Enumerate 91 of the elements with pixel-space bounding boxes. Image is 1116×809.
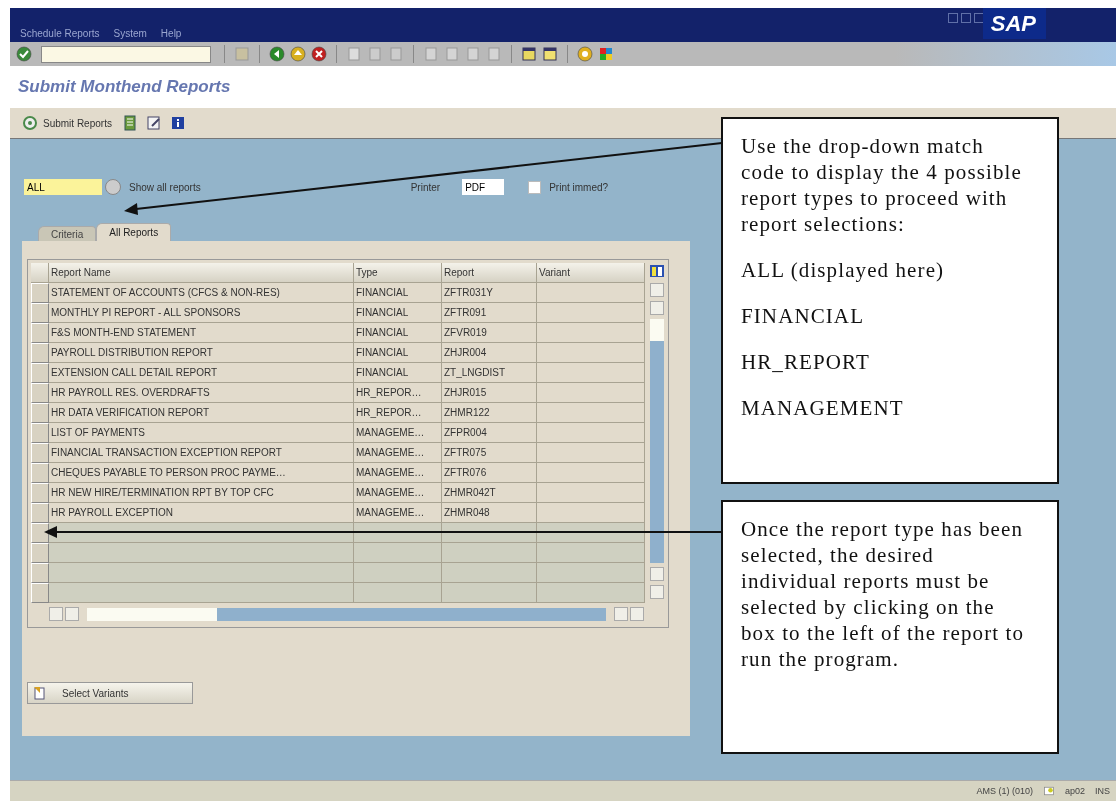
back-icon[interactable] xyxy=(269,46,285,62)
status-mode: INS xyxy=(1095,786,1110,796)
report-type-field[interactable]: ALL xyxy=(24,179,102,195)
tab[interactable]: Criteria xyxy=(38,226,97,241)
table-cell: ZFVR019 xyxy=(442,323,537,343)
print-immediately-checkbox[interactable] xyxy=(528,180,542,194)
table-cell: ZHMR042T xyxy=(442,483,537,503)
table-cell: ZT_LNGDIST xyxy=(442,363,537,383)
table-cell: FINANCIAL xyxy=(354,323,442,343)
vertical-scrollbar[interactable] xyxy=(650,319,664,563)
table-cell: ZFTR031Y xyxy=(442,283,537,303)
table-cell: HR DATA VERIFICATION REPORT xyxy=(49,403,354,423)
status-server: ap02 xyxy=(1064,786,1085,796)
cancel-icon[interactable] xyxy=(311,46,327,62)
table-cell: HR PAYROLL RES. OVERDRAFTS xyxy=(49,383,354,403)
table-cell: FINANCIAL xyxy=(354,343,442,363)
tab[interactable]: All Reports xyxy=(96,223,172,241)
table-cell: MANAGEME… xyxy=(354,443,442,463)
column-header[interactable]: Variant xyxy=(537,263,645,283)
shortcut-icon[interactable] xyxy=(542,46,558,62)
callout-text: ALL (displayed here) xyxy=(741,257,946,283)
scroll-down-button[interactable] xyxy=(650,301,664,315)
column-header[interactable]: Report Name xyxy=(49,263,354,283)
logo: SAP xyxy=(982,8,1046,39)
menu-item[interactable]: System xyxy=(113,28,147,39)
variant-icon xyxy=(32,685,48,701)
table-cell: ZFTR076 xyxy=(442,463,537,483)
scroll-right-button[interactable] xyxy=(630,607,644,621)
table-cell: ZFTR091 xyxy=(442,303,537,323)
table-cell: HR NEW HIRE/TERMINATION RPT BY TOP CFC xyxy=(49,483,354,503)
menu-item[interactable]: Help xyxy=(160,28,182,39)
table-cell: ZFPR004 xyxy=(442,423,537,443)
select-variants-button[interactable]: Select Variants xyxy=(27,682,193,704)
table-cell: FINANCIAL xyxy=(354,303,442,323)
column-settings-icon[interactable] xyxy=(649,263,665,279)
table-cell: ZHJR004 xyxy=(442,343,537,363)
table-cell: F&S MONTH-END STATEMENT xyxy=(49,323,354,343)
minimize-icon[interactable] xyxy=(948,13,958,23)
list-icon[interactable] xyxy=(121,115,138,131)
layout-icon[interactable] xyxy=(598,46,614,62)
execute-icon xyxy=(22,115,38,131)
table-cell: MANAGEME… xyxy=(354,463,442,483)
submit-reports-button[interactable]: Submit Reports xyxy=(20,113,114,133)
column-header[interactable]: Type xyxy=(354,263,442,283)
select-all-cell[interactable] xyxy=(31,263,49,283)
table-cell: FINANCIAL xyxy=(354,283,442,303)
command-field[interactable] xyxy=(41,45,211,63)
table-cell: STATEMENT OF ACCOUNTS (CFCS & NON-RES) xyxy=(49,283,354,303)
new-window-icon[interactable] xyxy=(521,46,537,62)
maximize-icon[interactable] xyxy=(961,13,971,23)
report-type-description: Show all reports xyxy=(129,181,201,193)
scroll-down-button[interactable] xyxy=(650,585,664,599)
table-cell: HR_REPOR… xyxy=(354,403,442,423)
status-system: AMS (1) (010) xyxy=(976,786,1033,796)
exit-icon[interactable] xyxy=(290,46,306,62)
callout-text: MANAGEMENT xyxy=(741,395,905,421)
printer-field[interactable]: PDF xyxy=(462,179,505,195)
menu-item[interactable]: Schedule Reports xyxy=(20,28,100,39)
callout-text: Use the drop-down match code to display the 4 possible report types to proceed with report selections: xyxy=(741,133,1023,237)
scroll-right-button[interactable] xyxy=(65,607,79,621)
table-cell: LIST OF PAYMENTS xyxy=(49,423,354,443)
table-cell: EXTENSION CALL DETAIL REPORT xyxy=(49,363,354,383)
table-cell: MANAGEME… xyxy=(354,483,442,503)
table-cell: ZFTR075 xyxy=(442,443,537,463)
callout-text: FINANCIAL xyxy=(741,303,866,329)
check-icon[interactable] xyxy=(16,46,32,62)
match-code-button[interactable] xyxy=(105,179,121,195)
table-cell: CHEQUES PAYABLE TO PERSON PROC PAYME… xyxy=(49,463,354,483)
horizontal-scrollbar[interactable] xyxy=(87,607,606,621)
info-icon[interactable] xyxy=(169,115,186,131)
scroll-left-button[interactable] xyxy=(49,607,63,621)
edit-icon[interactable] xyxy=(145,115,162,131)
session-icon[interactable] xyxy=(1042,785,1055,797)
table-cell: HR_REPOR… xyxy=(354,383,442,403)
callout-text: HR_REPORT xyxy=(741,349,871,375)
screen-title: Submit Monthend Reports xyxy=(18,77,231,97)
scroll-up-button[interactable] xyxy=(650,283,664,297)
table-cell: FINANCIAL xyxy=(354,363,442,383)
table-cell: MONTHLY PI REPORT - ALL SPONSORS xyxy=(49,303,354,323)
checkbox-label: Print immed? xyxy=(549,181,609,193)
table-cell: ZHJR015 xyxy=(442,383,537,403)
column-header[interactable]: Report xyxy=(442,263,537,283)
callout-text: Once the report type has been selected, the desired individual reports must be selected by clicking on the box to the left of the report to run the program. xyxy=(741,516,1026,672)
table-cell: MANAGEME… xyxy=(354,423,442,443)
table-cell: FINANCIAL TRANSACTION EXCEPTION REPORT xyxy=(49,443,354,463)
scroll-up-button[interactable] xyxy=(650,567,664,581)
row-selector[interactable] xyxy=(31,523,49,543)
printer-label: Printer xyxy=(410,181,441,193)
table-cell: ZHMR122 xyxy=(442,403,537,423)
scroll-left-button[interactable] xyxy=(614,607,628,621)
table-cell: PAYROLL DISTRIBUTION REPORT xyxy=(49,343,354,363)
